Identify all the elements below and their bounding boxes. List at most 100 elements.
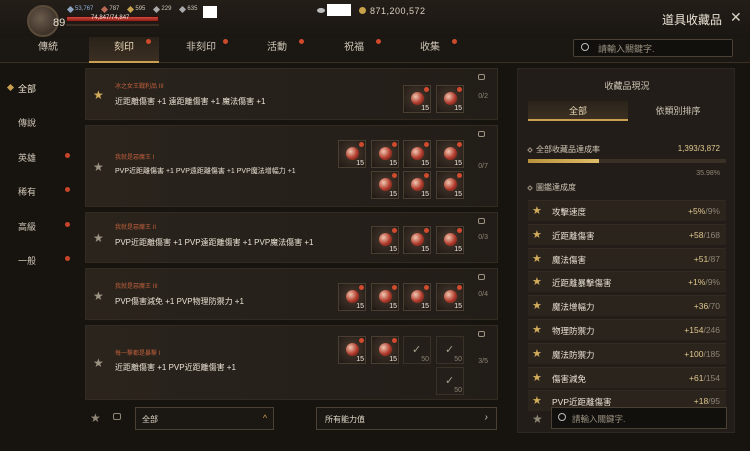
star-icon: ★ — [532, 205, 542, 217]
favorite-filter-star-icon[interactable]: ★ — [90, 411, 101, 425]
item-icon — [346, 290, 359, 303]
gold-amount: 871,200,572 — [370, 6, 426, 16]
notification-dot — [457, 173, 462, 178]
stat-max: /70 — [708, 301, 720, 312]
sidebar-item-rare[interactable]: 稀有 — [0, 181, 78, 201]
collection-count: 0/3 — [478, 234, 488, 241]
stat-name: 魔法傷害 — [552, 254, 587, 265]
item-icon — [411, 147, 424, 160]
star-icon[interactable]: ★ — [93, 88, 104, 102]
tab-non-engraved[interactable]: 非刻印 — [166, 37, 236, 63]
ability-filter-button[interactable]: 所有能力值 › — [316, 407, 497, 430]
item-slot[interactable]: 15 — [371, 336, 399, 364]
item-quantity: 15 — [421, 160, 429, 167]
item-slot[interactable]: 15 — [371, 171, 399, 199]
grade-filter-dropdown[interactable]: 全部 ^ — [135, 407, 274, 430]
panel-tab-all[interactable]: 全部 — [528, 101, 628, 121]
item-slot[interactable]: 15 — [338, 140, 366, 168]
collection-row[interactable]: ★ 我就是惡魔王 II PVP近距離傷害 +1 PVP遠距離傷害 +1 PVP魔… — [85, 212, 498, 263]
stat-row: ★ 傷害減免 +61/154 — [528, 366, 726, 388]
sidebar-item-all[interactable]: 全部 — [0, 78, 78, 98]
item-slot-registered[interactable]: ✓ 50 — [403, 336, 431, 364]
star-icon[interactable]: ★ — [93, 160, 104, 174]
item-slot[interactable]: 15 — [371, 140, 399, 168]
item-slot[interactable]: 15 — [403, 283, 431, 311]
close-icon[interactable]: ✕ — [730, 9, 742, 26]
item-slot[interactable]: 15 — [436, 140, 464, 168]
search-icon — [558, 413, 566, 421]
tab-collect[interactable]: 收集 — [395, 37, 465, 63]
item-slot[interactable]: 15 — [371, 283, 399, 311]
resource-blue: 53,767 — [66, 5, 93, 13]
notification-dot — [65, 153, 70, 158]
item-slot[interactable]: 15 — [436, 226, 464, 254]
star-icon: ★ — [532, 347, 542, 360]
codex-section-title: 圖鑑達成度 — [527, 182, 576, 193]
item-icon — [411, 233, 424, 246]
star-icon: ★ — [532, 228, 542, 241]
sidebar-item-hero[interactable]: 英雄 — [0, 147, 78, 167]
lock-icon[interactable] — [478, 218, 485, 224]
collection-row[interactable]: ★ 我就是惡魔王 III PVP傷害減免 +1 PVP物理防禦力 +1 0/4 … — [85, 268, 498, 320]
lock-icon[interactable] — [478, 131, 485, 137]
tab-traditional[interactable]: 傳統 — [13, 37, 83, 63]
item-quantity: 15 — [389, 356, 397, 363]
tab-blessing[interactable]: 祝福 — [319, 37, 389, 63]
item-slot[interactable]: 15 — [403, 140, 431, 168]
star-icon[interactable]: ★ — [93, 289, 104, 303]
star-icon[interactable]: ★ — [93, 231, 104, 245]
item-slot[interactable]: 15 — [436, 171, 464, 199]
lock-icon[interactable] — [478, 331, 485, 337]
tab-engraved[interactable]: 刻印 — [89, 37, 159, 63]
tab-event[interactable]: 活動 — [242, 37, 312, 63]
search-input[interactable] — [598, 42, 728, 55]
stat-max: /168 — [703, 229, 720, 240]
collection-row[interactable]: ★ 我就是惡魔王 I PVP近距離傷害 +1 PVP遠距離傷害 +1 PVP魔法… — [85, 125, 498, 207]
star-icon: ★ — [532, 371, 542, 384]
star-icon[interactable]: ★ — [532, 412, 543, 426]
star-icon: ★ — [532, 300, 542, 313]
notification-dot — [424, 173, 429, 178]
item-slot[interactable]: 15 — [338, 336, 366, 364]
stat-row: ★ 攻擊速度 +5%/9% — [528, 200, 726, 221]
sidebar-item-advanced[interactable]: 高級 — [0, 216, 78, 236]
stat-name: 近距離暴擊傷害 — [552, 278, 612, 289]
panel-tabs: 全部 依類別排序 — [528, 101, 728, 121]
collection-row[interactable]: ★ 每一擊都是暴擊 I 近距離傷害 +1 PVP近距離傷害 +1 3/5 15 … — [85, 325, 498, 400]
lock-filter-icon[interactable] — [113, 413, 121, 420]
item-slot-registered[interactable]: ✓ 50 — [436, 367, 464, 395]
panel-search-input[interactable] — [572, 411, 722, 426]
panel-search-box[interactable] — [551, 407, 727, 429]
sidebar-label: 英雄 — [18, 153, 37, 163]
notification-dot — [65, 187, 70, 192]
item-slot[interactable]: 15 — [403, 171, 431, 199]
stat-name: 近距離傷害 — [552, 230, 595, 241]
lock-icon[interactable] — [478, 74, 485, 80]
collection-row[interactable]: ★ 冰之女王戰利品 III 近距離傷害 +1 遠距離傷害 +1 魔法傷害 +1 … — [85, 68, 498, 120]
item-slot[interactable]: 15 — [403, 226, 431, 254]
item-slot[interactable]: 15 — [436, 85, 464, 113]
item-quantity: 50 — [454, 387, 462, 394]
sidebar-item-normal[interactable]: 一般 — [0, 250, 78, 270]
item-quantity: 15 — [421, 105, 429, 112]
star-icon[interactable]: ★ — [93, 356, 104, 370]
item-slot[interactable]: 15 — [436, 283, 464, 311]
collection-count: 0/7 — [478, 163, 488, 170]
item-slot[interactable]: 15 — [338, 283, 366, 311]
item-quantity: 15 — [389, 246, 397, 253]
notification-dot — [452, 39, 457, 44]
star-icon: ★ — [532, 324, 542, 336]
check-icon: ✓ — [445, 344, 455, 356]
collection-count: 3/5 — [478, 358, 488, 365]
item-slot-registered[interactable]: ✓ 50 — [436, 336, 464, 364]
sidebar-item-legendary[interactable]: 傳說 — [0, 112, 78, 132]
stat-max: /9% — [705, 206, 720, 216]
item-quantity: 15 — [454, 160, 462, 167]
notification-dot — [392, 173, 397, 178]
lock-icon[interactable] — [478, 274, 485, 280]
search-box[interactable] — [573, 39, 733, 57]
item-slot[interactable]: 15 — [371, 226, 399, 254]
stat-max: /185 — [703, 348, 720, 359]
panel-tab-by-category[interactable]: 依類別排序 — [628, 101, 728, 121]
item-slot[interactable]: 15 — [403, 85, 431, 113]
